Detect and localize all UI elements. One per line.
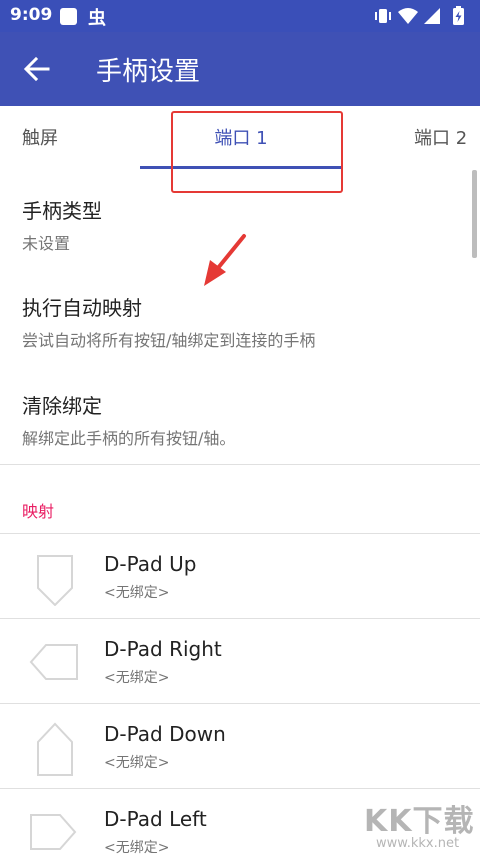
mapping-name: D-Pad Left	[104, 807, 207, 831]
status-bar: 9:09 虫	[0, 0, 480, 32]
page-title: 手柄设置	[96, 57, 201, 87]
setting-controller-type[interactable]: 手柄类型 未设置	[22, 195, 102, 254]
signal-icon	[424, 8, 440, 24]
setting-title: 手柄类型	[22, 199, 102, 223]
setting-title: 清除绑定	[22, 394, 102, 418]
mapping-binding: <无绑定>	[104, 670, 170, 686]
mapping-row-dpad-right[interactable]: D-Pad Right <无绑定>	[0, 619, 480, 704]
battery-icon	[453, 6, 464, 25]
arrow-left-icon[interactable]	[22, 54, 52, 84]
setting-summary: 尝试自动将所有按钮/轴绑定到连接的手柄	[22, 331, 316, 350]
annotation-arrow-icon	[204, 234, 246, 286]
tab-touchscreen[interactable]: 触屏	[22, 106, 58, 172]
watermark: KK下载 www.kkx.net	[360, 796, 480, 853]
watermark-url: www.kkx.net	[376, 836, 460, 851]
notification-square-icon	[60, 8, 77, 25]
dpad-up-icon	[37, 555, 73, 606]
mapping-row-dpad-up[interactable]: D-Pad Up <无绑定>	[0, 534, 480, 619]
mapping-binding: <无绑定>	[104, 585, 170, 601]
dpad-down-icon	[37, 722, 73, 776]
wifi-icon	[398, 8, 418, 24]
setting-clear-bindings[interactable]: 清除绑定 解绑定此手柄的所有按钮/轴。	[22, 390, 235, 449]
setting-summary: 解绑定此手柄的所有按钮/轴。	[22, 429, 236, 448]
mapping-name: D-Pad Down	[104, 722, 226, 746]
section-header-mapping: 映射	[22, 502, 55, 521]
mapping-name: D-Pad Up	[104, 552, 197, 576]
setting-title: 执行自动映射	[22, 296, 142, 320]
mapping-name: D-Pad Right	[104, 637, 222, 661]
status-time: 9:09	[10, 5, 53, 25]
tab-port-2[interactable]: 端口 2	[414, 106, 467, 172]
notification-bug-icon: 虫	[88, 8, 106, 29]
vibrate-icon	[375, 9, 391, 23]
annotation-highlight-box	[171, 111, 343, 193]
dpad-left-icon	[30, 814, 77, 850]
section-divider	[0, 464, 480, 465]
status-icons	[375, 6, 464, 25]
mapping-binding: <无绑定>	[104, 840, 170, 856]
watermark-logo: KK下载	[364, 804, 475, 839]
app-bar: 手柄设置	[0, 32, 480, 106]
setting-summary: 未设置	[22, 234, 71, 253]
mapping-row-dpad-down[interactable]: D-Pad Down <无绑定>	[0, 704, 480, 789]
scrollbar[interactable]	[472, 170, 477, 258]
dpad-right-icon	[29, 644, 78, 680]
mapping-binding: <无绑定>	[104, 755, 170, 771]
setting-auto-map[interactable]: 执行自动映射 尝试自动将所有按钮/轴绑定到连接的手柄	[22, 292, 315, 351]
